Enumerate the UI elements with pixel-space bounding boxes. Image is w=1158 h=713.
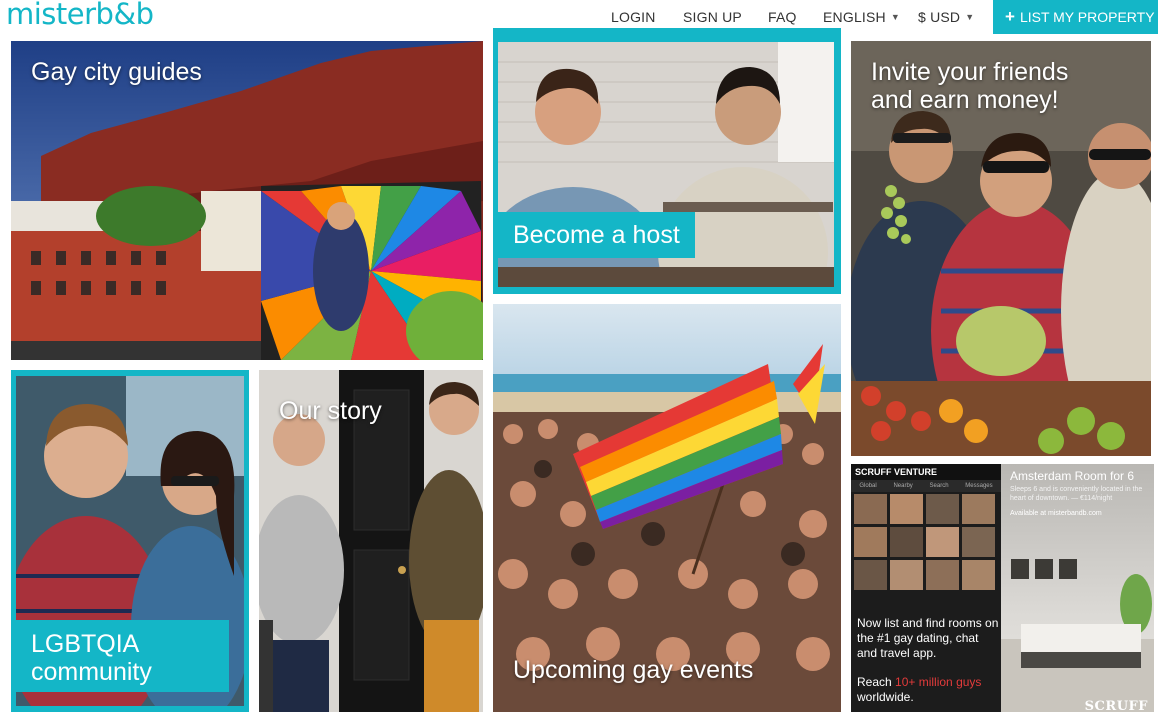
- our-story-title: Our story: [279, 397, 382, 425]
- scruff-app-bar: SCRUFF VENTURE: [851, 464, 1001, 480]
- events-title: Upcoming gay events: [513, 656, 754, 684]
- plus-icon: +: [1005, 7, 1015, 26]
- invite-friends-tile[interactable]: Invite your friends and earn money!: [851, 41, 1151, 456]
- language-label: ENGLISH: [823, 9, 886, 25]
- city-guides-tile[interactable]: Gay city guides: [11, 41, 483, 360]
- currency-label: $ USD: [918, 9, 961, 25]
- scruff-promo-text: Now list and find rooms on the #1 gay da…: [857, 616, 999, 705]
- scruff-room-panel: Amsterdam Room for 6 Sleeps 6 and is con…: [1001, 464, 1154, 712]
- city-guides-photo: [11, 41, 483, 360]
- community-label-line2: community: [31, 658, 152, 686]
- scruff-tab: Nearby: [893, 483, 913, 489]
- login-link[interactable]: LOGIN: [611, 9, 656, 25]
- scruff-reach-line: Reach 10+ million guys: [857, 675, 999, 690]
- faq-link[interactable]: FAQ: [768, 9, 797, 25]
- community-tile[interactable]: LGBTQIA community: [11, 370, 249, 712]
- invite-title-line2: and earn money!: [871, 86, 1059, 114]
- list-property-button[interactable]: + LIST MY PROPERTY: [993, 0, 1158, 34]
- scruff-reach-highlight: 10+ million guys: [895, 675, 982, 689]
- scruff-ad-tile[interactable]: SCRUFF VENTURE Global Nearby Search Mess…: [851, 464, 1154, 712]
- our-story-tile[interactable]: Our story: [259, 370, 483, 712]
- events-photo: [493, 304, 841, 712]
- scruff-tab: Messages: [965, 483, 993, 489]
- signup-link[interactable]: SIGN UP: [683, 9, 742, 25]
- scruff-app-tabs: Global Nearby Search Messages: [851, 480, 1001, 492]
- scruff-logo: SCRUFF: [1084, 699, 1148, 712]
- city-guides-title: Gay city guides: [31, 58, 202, 86]
- site-logo[interactable]: misterb&b: [6, 0, 154, 31]
- chevron-down-icon: ▼: [890, 12, 900, 22]
- invite-friends-title: Invite your friends and earn money!: [871, 58, 1068, 114]
- invite-title-line1: Invite your friends: [871, 58, 1069, 86]
- room-available: Available at misterbandb.com: [1010, 510, 1102, 517]
- community-label-line1: LGBTQIA: [31, 630, 140, 658]
- language-dropdown[interactable]: ENGLISH ▼: [823, 9, 900, 25]
- scruff-tab: Global: [859, 483, 877, 489]
- scruff-promo-body: Now list and find rooms on the #1 gay da…: [857, 616, 999, 660]
- scruff-tab: Search: [929, 483, 949, 489]
- scruff-reach-prefix: Reach: [857, 675, 896, 689]
- become-host-tile[interactable]: Become a host: [493, 28, 841, 294]
- scruff-app-panel: SCRUFF VENTURE Global Nearby Search Mess…: [851, 464, 1001, 712]
- list-property-label: LIST MY PROPERTY: [1019, 9, 1155, 25]
- room-description: Sleeps 6 and is conveniently located in …: [1010, 486, 1143, 502]
- room-title: Amsterdam Room for 6: [1010, 469, 1135, 483]
- scruff-profile-grid: [854, 494, 998, 590]
- chevron-down-icon: ▼: [965, 12, 975, 22]
- currency-dropdown[interactable]: $ USD ▼: [918, 9, 974, 25]
- events-tile[interactable]: Upcoming gay events: [493, 304, 841, 712]
- become-host-label: Become a host: [493, 212, 695, 258]
- community-label: LGBTQIA community: [11, 620, 229, 692]
- scruff-reach-suffix: worldwide.: [857, 690, 914, 704]
